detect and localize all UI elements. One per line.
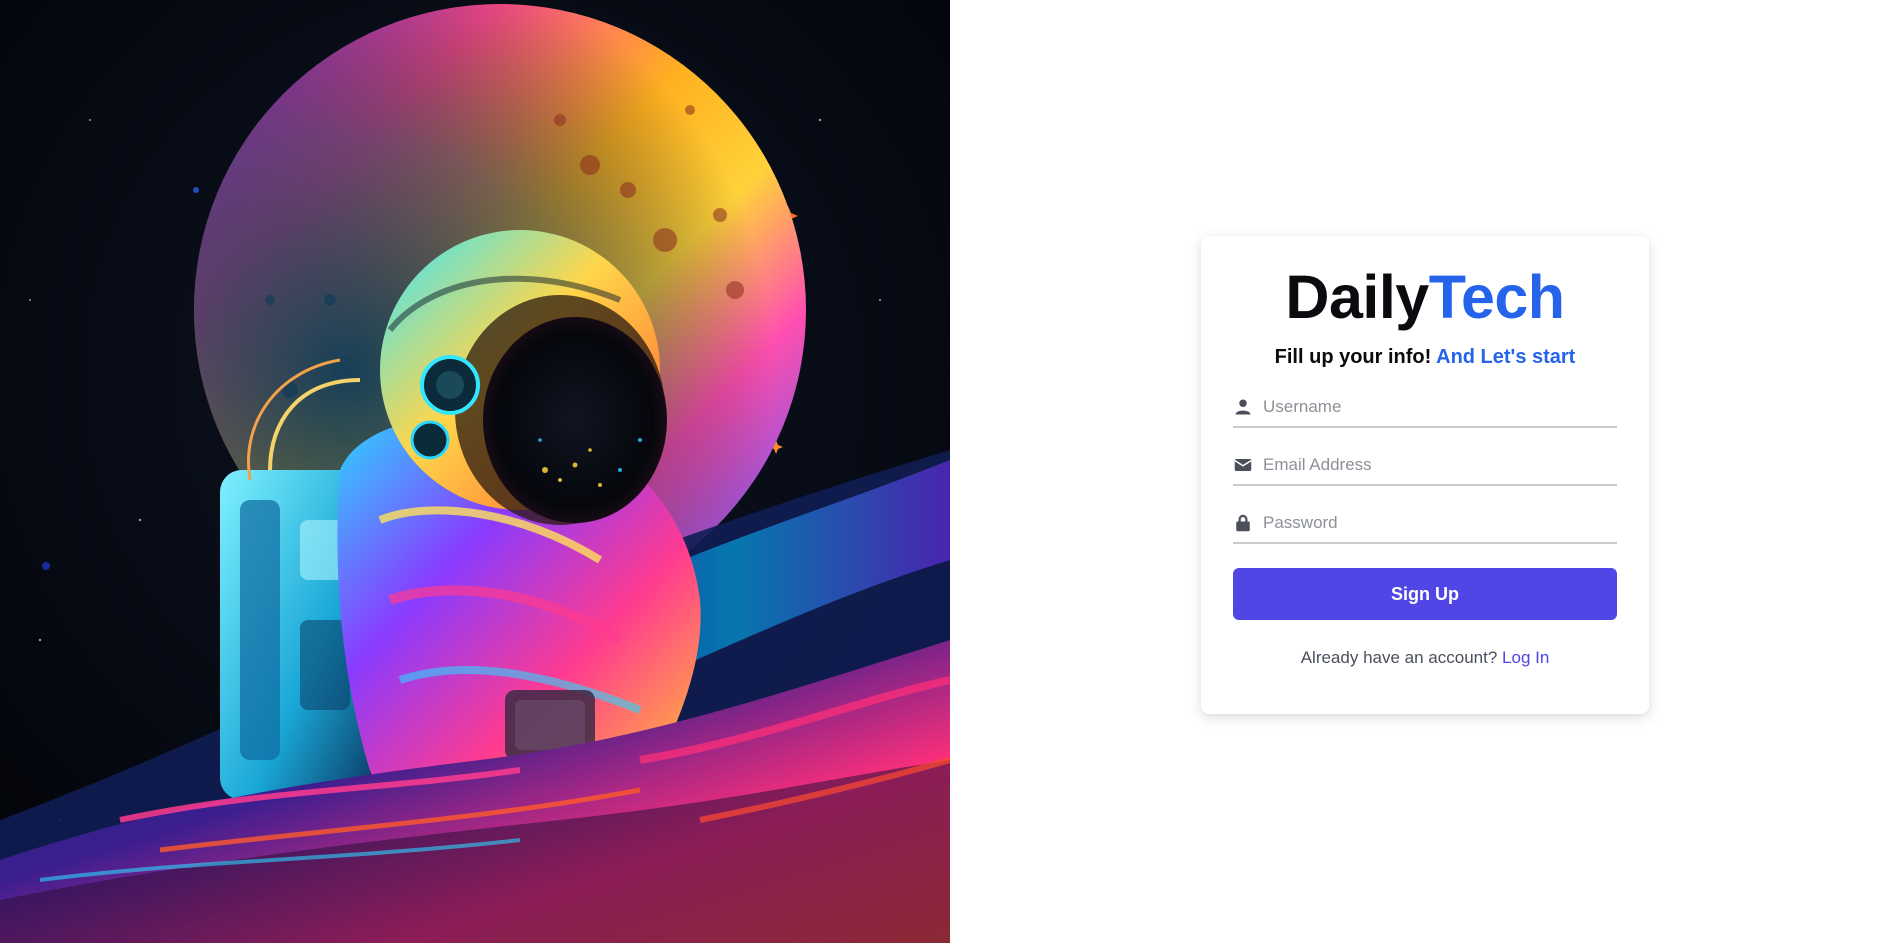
brand-title: DailyTech (1233, 262, 1617, 332)
signup-page: DailyTech Fill up your info! And Let's s… (0, 0, 1902, 943)
login-prompt-text: Already have an account? (1300, 648, 1498, 667)
lock-icon (1233, 513, 1253, 533)
password-field[interactable] (1233, 504, 1617, 544)
password-input[interactable] (1263, 505, 1617, 541)
username-input[interactable] (1263, 389, 1617, 425)
envelope-icon (1233, 455, 1253, 475)
user-icon (1233, 397, 1253, 417)
brand-part-2: Tech (1428, 263, 1565, 331)
artwork-image (0, 0, 950, 943)
signup-card: DailyTech Fill up your info! And Let's s… (1201, 236, 1649, 714)
brand-part-1: Daily (1285, 263, 1429, 331)
email-field[interactable] (1233, 446, 1617, 486)
username-field[interactable] (1233, 388, 1617, 428)
email-input[interactable] (1263, 447, 1617, 483)
signup-button[interactable]: Sign Up (1233, 568, 1617, 620)
tagline: Fill up your info! And Let's start (1233, 344, 1617, 370)
tagline-part-2: And Let's start (1436, 346, 1576, 368)
astronaut-artwork (0, 0, 950, 943)
form-area: DailyTech Fill up your info! And Let's s… (950, 0, 1902, 943)
login-link[interactable]: Log In (1502, 648, 1549, 667)
login-prompt: Already have an account? Log In (1233, 648, 1617, 668)
tagline-part-1: Fill up your info! (1274, 346, 1432, 368)
